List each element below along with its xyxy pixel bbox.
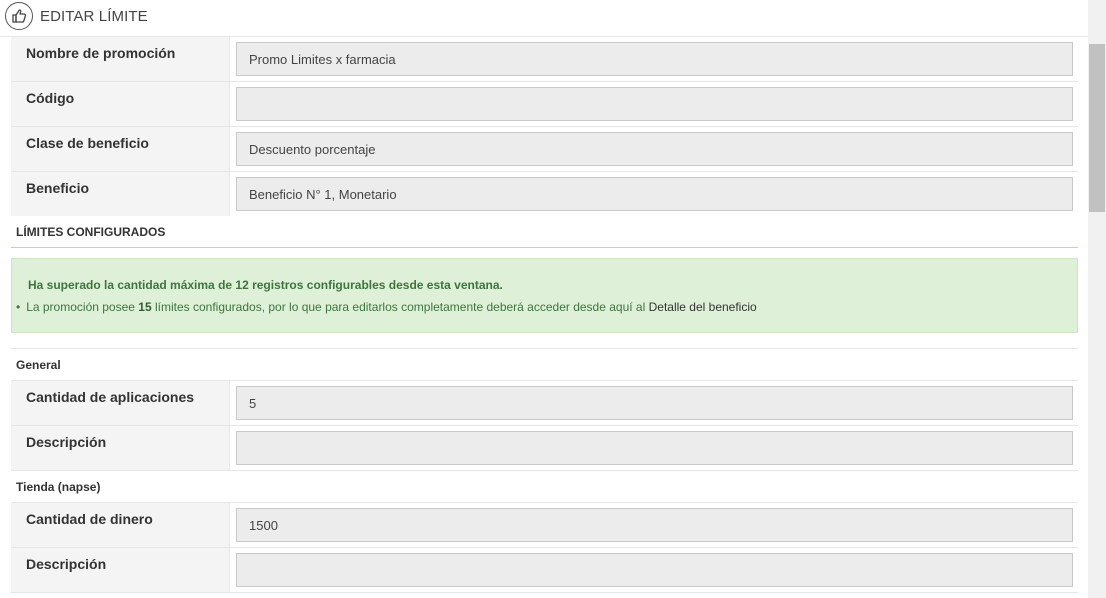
field-label: Nombre de promoción [11,37,230,81]
form-row-benefit-class: Clase de beneficio [11,127,1078,172]
form-row-description: Descripción [11,426,1078,471]
divider [11,348,1078,349]
store-form: Cantidad de dinero Descripción [11,502,1078,593]
promotion-form: Nombre de promoción Código Clase de bene… [11,37,1078,216]
form-row-applications: Cantidad de aplicaciones [11,381,1078,426]
limit-exceeded-alert: Ha superado la cantidad máxima de 12 reg… [11,258,1078,333]
money-amount-input[interactable] [236,508,1073,542]
field-label: Beneficio [11,172,230,216]
benefit-class-input[interactable] [236,132,1073,166]
scrollbar-thumb[interactable] [1089,44,1105,212]
bullet-icon: • [16,300,21,314]
store-description-input[interactable] [236,553,1073,587]
field-label: Código [11,82,230,126]
alert-message: • La promoción posee 15 límites configura… [16,300,757,314]
field-label: Descripción [11,548,230,592]
benefit-input[interactable] [236,177,1073,211]
applications-quantity-input[interactable] [236,386,1073,420]
section-underline [11,247,1078,248]
benefit-detail-link[interactable]: Detalle del beneficio [649,300,757,314]
form-row-benefit: Beneficio [11,172,1078,216]
field-label: Cantidad de dinero [11,503,230,547]
form-row-money: Cantidad de dinero [11,503,1078,548]
page-header: EDITAR LÍMITE [0,0,1088,37]
page-title: EDITAR LÍMITE [40,8,148,25]
thumbs-up-icon [5,2,33,30]
field-label: Clase de beneficio [11,127,230,171]
promotion-name-input[interactable] [236,42,1073,76]
general-form: Cantidad de aplicaciones Descripción [11,380,1078,471]
field-label: Descripción [11,426,230,470]
group-title-general: General [16,358,61,372]
vertical-scrollbar[interactable] [1088,0,1106,598]
limits-count: 15 [138,300,152,314]
alert-title: Ha superado la cantidad máxima de 12 reg… [28,278,503,292]
group-title-store: Tienda (napse) [16,480,101,494]
form-row-code: Código [11,82,1078,127]
code-input[interactable] [236,87,1073,121]
field-label: Cantidad de aplicaciones [11,381,230,425]
edit-limit-page: EDITAR LÍMITE Nombre de promoción Código… [0,0,1106,598]
general-description-input[interactable] [236,431,1073,465]
form-row-promotion-name: Nombre de promoción [11,37,1078,82]
alert-text-middle: límites configurados, por lo que para ed… [151,300,649,314]
limits-section-title: LÍMITES CONFIGURADOS [16,225,166,239]
alert-text-prefix: La promoción posee [26,300,139,314]
form-row-description: Descripción [11,548,1078,593]
